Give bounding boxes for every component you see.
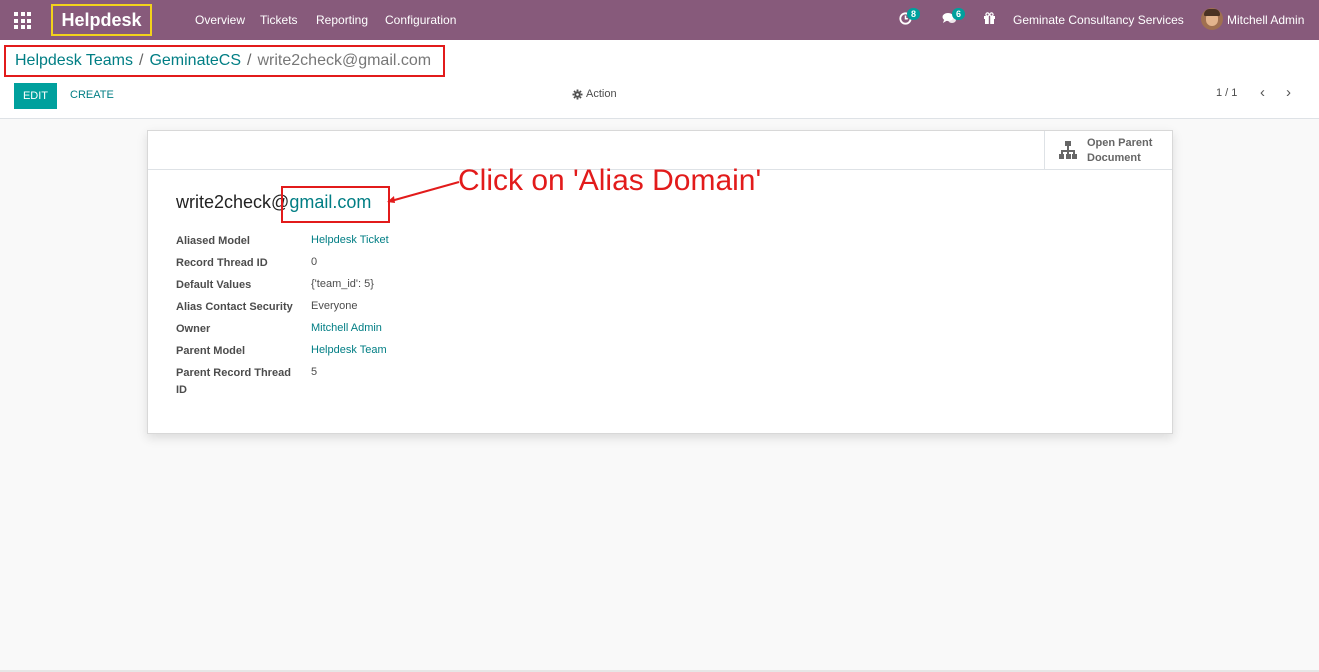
field-value-default-values: {'team_id': 5} <box>311 278 374 290</box>
annotation-text: Click on 'Alias Domain' <box>458 164 762 197</box>
field-value-owner[interactable]: Mitchell Admin <box>311 322 382 334</box>
field-value-alias-contact-security: Everyone <box>311 300 358 312</box>
top-navbar: Helpdesk Overview Tickets Reporting Conf… <box>0 0 1319 40</box>
open-parent-label: Open Parent Document <box>1087 136 1153 164</box>
breadcrumb-helpdesk-teams[interactable]: Helpdesk Teams <box>15 52 133 70</box>
company-switcher[interactable]: Geminate Consultancy Services <box>1013 13 1184 27</box>
messages-badge: 6 <box>952 8 966 20</box>
field-label-record-thread-id: Record Thread ID <box>176 257 268 269</box>
gear-icon <box>572 89 583 99</box>
create-button[interactable]: CREATE <box>70 89 114 101</box>
chevron-right-icon[interactable]: › <box>1286 84 1291 101</box>
field-label-parent-record-thread-id: Parent Record Thread ID <box>176 367 291 396</box>
edit-button[interactable]: EDIT <box>14 83 57 109</box>
breadcrumb-current: write2check@gmail.com <box>257 52 432 69</box>
action-dropdown[interactable]: Action <box>572 88 617 100</box>
gift-icon <box>984 12 995 24</box>
annotation-arrow-icon <box>387 181 460 203</box>
control-panel: Helpdesk Teams / GeminateCS / write2chec… <box>0 40 1319 119</box>
field-value-aliased-model[interactable]: Helpdesk Ticket <box>311 234 389 246</box>
alias-name[interactable]: write2check@ <box>176 192 289 212</box>
action-label: Action <box>586 88 617 100</box>
breadcrumb-separator: / <box>138 52 144 69</box>
alias-domain-highlight <box>281 186 390 223</box>
sitemap-icon <box>1059 140 1077 161</box>
open-parent-document-button[interactable]: Open Parent Document <box>1044 131 1172 170</box>
activity-badge: 8 <box>907 8 921 20</box>
field-value-parent-record-thread-id: 5 <box>311 366 318 378</box>
field-label-owner: Owner <box>176 323 211 335</box>
messages-button[interactable]: 6 <box>942 8 966 30</box>
field-label-parent-model: Parent Model <box>176 345 246 357</box>
menu-configuration[interactable]: Configuration <box>385 13 456 27</box>
pager-value[interactable]: 1 / 1 <box>1216 87 1237 99</box>
menu-overview[interactable]: Overview <box>195 13 245 27</box>
breadcrumb-team[interactable]: GeminateCS <box>149 52 241 70</box>
user-avatar[interactable] <box>1201 8 1223 30</box>
field-label-default-values: Default Values <box>176 279 252 291</box>
field-value-record-thread-id: 0 <box>311 256 318 268</box>
field-label-alias-contact-security: Alias Contact Security <box>176 301 293 313</box>
menu-reporting[interactable]: Reporting <box>316 13 368 27</box>
gift-button[interactable] <box>983 12 996 30</box>
app-name[interactable]: Helpdesk <box>51 4 152 36</box>
field-value-parent-model[interactable]: Helpdesk Team <box>311 344 387 356</box>
field-label-aliased-model: Aliased Model <box>176 235 250 247</box>
menu-tickets[interactable]: Tickets <box>260 13 298 27</box>
breadcrumb-separator: / <box>247 52 252 69</box>
chevron-left-icon[interactable]: ‹ <box>1260 84 1265 101</box>
activity-button[interactable]: 8 <box>899 8 921 30</box>
apps-menu-icon[interactable] <box>14 12 31 29</box>
breadcrumb: Helpdesk Teams / GeminateCS / write2chec… <box>4 45 445 77</box>
user-menu[interactable]: Mitchell Admin <box>1227 13 1304 27</box>
